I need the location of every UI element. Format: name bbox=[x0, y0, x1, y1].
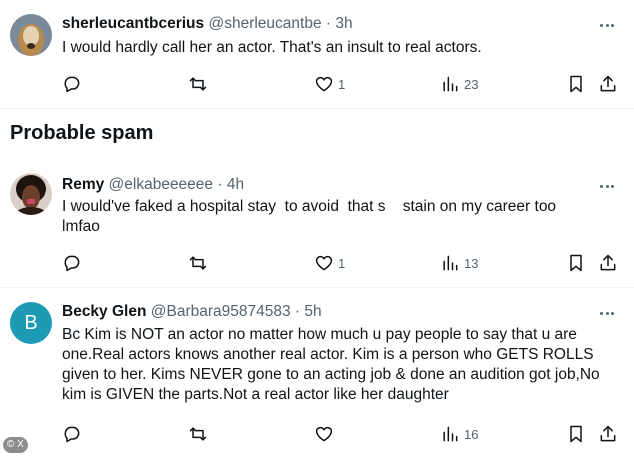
more-icon[interactable] bbox=[598, 304, 616, 322]
author-name[interactable]: Becky Glen bbox=[62, 303, 146, 320]
retweet-button[interactable] bbox=[188, 420, 212, 448]
share-icon bbox=[600, 425, 616, 442]
view-count: 23 bbox=[464, 76, 479, 92]
avatar[interactable]: B bbox=[10, 302, 52, 344]
tweet-actions: 16 bbox=[54, 420, 626, 448]
retweet-icon bbox=[189, 77, 207, 91]
tweet-actions: 1 13 bbox=[54, 249, 626, 277]
reply-button[interactable] bbox=[62, 249, 86, 277]
like-icon bbox=[315, 426, 333, 442]
copyright-watermark: © X bbox=[3, 437, 28, 453]
share-icon bbox=[600, 254, 616, 271]
bookmark-button[interactable] bbox=[566, 249, 586, 277]
author-handle[interactable]: @sherleucantbe bbox=[208, 15, 321, 32]
tweet-3[interactable]: B Becky Glen @Barbara95874583 · 5h Bc Ki… bbox=[0, 288, 634, 456]
bookmark-icon bbox=[570, 75, 582, 93]
retweet-icon bbox=[189, 427, 207, 441]
views-button[interactable]: 13 bbox=[440, 249, 478, 277]
author-handle[interactable]: @Barbara95874583 bbox=[151, 303, 291, 320]
tweet-text: I would've faked a hospital stay to avoi… bbox=[62, 198, 557, 235]
like-button[interactable] bbox=[314, 420, 338, 448]
like-count: 1 bbox=[338, 255, 346, 271]
tweet-actions: 1 23 bbox=[54, 70, 626, 98]
divider bbox=[0, 108, 634, 109]
reply-icon bbox=[64, 76, 80, 93]
share-icon bbox=[600, 75, 616, 92]
share-button[interactable] bbox=[598, 249, 618, 277]
timestamp[interactable]: 4h bbox=[227, 176, 244, 193]
view-count: 13 bbox=[464, 255, 479, 271]
bookmark-button[interactable] bbox=[566, 70, 586, 98]
tweet-text: I would hardly call her an actor. That's… bbox=[62, 39, 482, 56]
views-icon bbox=[443, 76, 458, 92]
views-icon bbox=[443, 426, 458, 442]
section-heading: Probable spam bbox=[10, 122, 154, 144]
avatar[interactable] bbox=[10, 14, 52, 56]
tweet-text: Bc Kim is NOT an actor no matter how muc… bbox=[62, 326, 604, 403]
tweet-2[interactable]: Remy @elkabeeeeee · 4h I would've faked … bbox=[0, 165, 634, 285]
separator-dot: · bbox=[294, 303, 301, 320]
tweet-header: sherleucantbcerius @sherleucantbe · 3h bbox=[62, 14, 353, 34]
view-count: 16 bbox=[464, 426, 479, 442]
timestamp[interactable]: 5h bbox=[304, 303, 321, 320]
author-name[interactable]: sherleucantbcerius bbox=[62, 15, 204, 32]
reply-button[interactable] bbox=[62, 70, 86, 98]
separator-dot: · bbox=[325, 15, 332, 32]
reply-icon bbox=[64, 255, 80, 272]
tweet-header: Remy @elkabeeeeee · 4h bbox=[62, 175, 244, 195]
tweet-1[interactable]: sherleucantbcerius @sherleucantbe · 3h I… bbox=[0, 0, 634, 108]
more-icon[interactable] bbox=[598, 177, 616, 195]
tweet-header: Becky Glen @Barbara95874583 · 5h bbox=[62, 302, 322, 322]
separator-dot: · bbox=[217, 176, 223, 193]
bookmark-button[interactable] bbox=[566, 420, 586, 448]
avatar[interactable] bbox=[10, 173, 52, 215]
retweet-button[interactable] bbox=[188, 70, 212, 98]
author-name[interactable]: Remy bbox=[62, 176, 104, 193]
views-button[interactable]: 16 bbox=[440, 420, 478, 448]
bookmark-icon bbox=[570, 425, 582, 443]
views-icon bbox=[443, 255, 458, 271]
like-button[interactable]: 1 bbox=[314, 249, 345, 277]
bookmark-icon bbox=[570, 254, 582, 272]
views-button[interactable]: 23 bbox=[440, 70, 478, 98]
reply-button[interactable] bbox=[62, 420, 86, 448]
timestamp[interactable]: 3h bbox=[335, 15, 352, 32]
share-button[interactable] bbox=[598, 70, 618, 98]
like-icon bbox=[315, 255, 333, 271]
more-icon[interactable] bbox=[598, 16, 616, 34]
reply-icon bbox=[64, 426, 80, 443]
share-button[interactable] bbox=[598, 420, 618, 448]
like-button[interactable]: 1 bbox=[314, 70, 345, 98]
author-handle[interactable]: @elkabeeeeee bbox=[109, 176, 214, 193]
retweet-button[interactable] bbox=[188, 249, 212, 277]
like-count: 1 bbox=[338, 76, 346, 92]
like-icon bbox=[315, 76, 333, 92]
retweet-icon bbox=[189, 256, 207, 270]
